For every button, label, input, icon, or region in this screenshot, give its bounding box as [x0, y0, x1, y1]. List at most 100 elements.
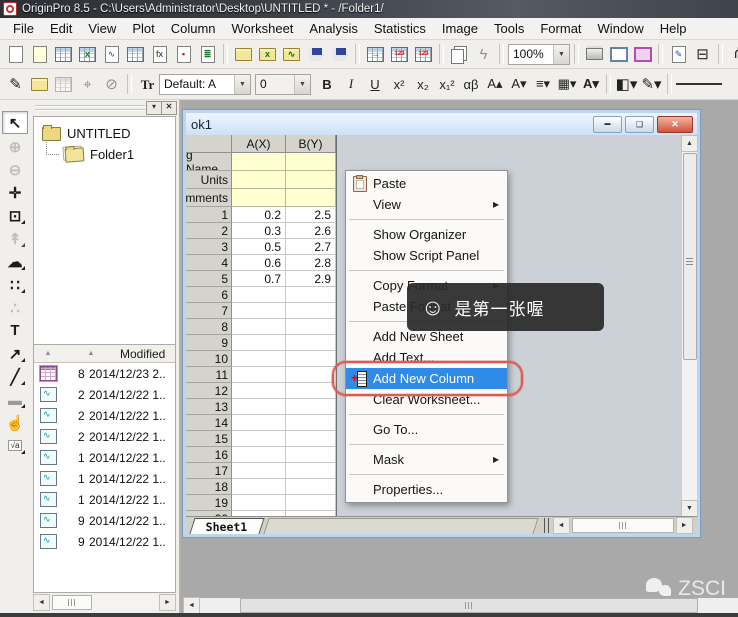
menu-item[interactable]: Column	[163, 19, 224, 38]
row-number[interactable]: 8	[186, 319, 232, 335]
menu-item-clear-worksheet[interactable]: Clear Worksheet...	[346, 389, 507, 410]
chevron-down-icon[interactable]	[294, 74, 310, 94]
menu-item[interactable]: Tools	[486, 19, 532, 38]
menu-item-add-text[interactable]: Add Text...	[346, 347, 507, 368]
font-tool-icon[interactable]: Tr	[136, 73, 159, 96]
menu-item-add-new-column[interactable]: Add New Column	[346, 368, 507, 389]
menu-item[interactable]: Image	[434, 19, 486, 38]
row-number[interactable]: 17	[186, 463, 232, 479]
cell-a[interactable]	[232, 303, 286, 319]
cell-b[interactable]: 2.7	[286, 239, 336, 255]
row-number[interactable]: 11	[186, 367, 232, 383]
cell-b[interactable]	[286, 303, 336, 319]
new-layout-icon[interactable]: ▪	[172, 43, 195, 66]
menu-item[interactable]: Statistics	[366, 19, 434, 38]
cell-a[interactable]	[232, 351, 286, 367]
new-excel-icon[interactable]: x	[76, 43, 99, 66]
minimize-button[interactable]	[593, 115, 622, 133]
underline-button[interactable]: U	[364, 73, 386, 95]
save-icon[interactable]	[304, 43, 327, 66]
graph-folder-icon[interactable]	[28, 73, 51, 96]
import-wizard-icon[interactable]: →	[364, 43, 387, 66]
cell-b[interactable]	[286, 399, 336, 415]
menu-item[interactable]: View	[80, 19, 124, 38]
mask-range-tool[interactable]: ☁	[3, 251, 27, 272]
explorer-item[interactable]: 9 2014/12/22 1..	[34, 510, 175, 531]
explorer-item[interactable]: 1 2014/12/22 1..	[34, 489, 175, 510]
cell-b[interactable]: 2.6	[286, 223, 336, 239]
cell-b[interactable]	[286, 351, 336, 367]
zoom-in-tool[interactable]: ⊕	[3, 136, 27, 157]
font-size-combobox[interactable]: 0	[255, 73, 311, 95]
new-graph-icon[interactable]: ∿	[100, 43, 123, 66]
menu-item-properties[interactable]: Properties...	[346, 479, 507, 500]
cluster-tool[interactable]: ∴	[3, 297, 27, 318]
rerun-analysis-icon[interactable]: ϟ	[472, 43, 495, 66]
new-notes-icon[interactable]: ≣	[196, 43, 219, 66]
greek-button[interactable]: αβ	[460, 73, 482, 95]
font-color-button[interactable]: A▾	[580, 73, 602, 95]
print-icon[interactable]	[583, 43, 606, 66]
row-number[interactable]: 3	[186, 239, 232, 255]
menu-item-show-organizer[interactable]: Show Organizer	[346, 224, 507, 245]
cell-b[interactable]	[286, 495, 336, 511]
panel-menu-icon[interactable]	[146, 101, 162, 115]
cell-a[interactable]	[232, 495, 286, 511]
scrollbar-thumb[interactable]	[683, 153, 697, 360]
subsuperscript-button[interactable]: x₁²	[436, 73, 458, 95]
cell-a[interactable]	[232, 415, 286, 431]
cell-b[interactable]	[286, 463, 336, 479]
sort-column-header[interactable]	[34, 350, 62, 357]
cell-b[interactable]	[286, 367, 336, 383]
menu-item[interactable]: Plot	[124, 19, 162, 38]
restore-button[interactable]	[625, 115, 654, 133]
screen-reader-tool[interactable]: ✛	[3, 182, 27, 203]
cell-b[interactable]: 2.5	[286, 207, 336, 223]
duplicate-window-icon[interactable]	[448, 43, 471, 66]
chevron-down-icon[interactable]	[553, 44, 569, 64]
meta-cell[interactable]	[286, 189, 336, 207]
meta-cell[interactable]	[286, 171, 336, 189]
cell-b[interactable]	[286, 383, 336, 399]
pan-tool[interactable]: ☝	[3, 412, 27, 433]
edit-graph-icon[interactable]: ✎	[4, 73, 27, 96]
annotation-tool[interactable]: ⊡	[3, 205, 27, 226]
image-mode-icon[interactable]	[631, 43, 654, 66]
corner-header-cell[interactable]	[186, 135, 232, 153]
align-button[interactable]: ≡▾	[532, 73, 554, 95]
menu-item-go-to[interactable]: Go To...	[346, 419, 507, 440]
bold-button[interactable]: B	[316, 73, 338, 95]
row-number[interactable]: 7	[186, 303, 232, 319]
fill-grid-button[interactable]: ▦▾	[556, 73, 578, 95]
explorer-item[interactable]: 1 2014/12/22 1..	[34, 447, 175, 468]
annotation-pin-icon[interactable]: ⌖	[76, 73, 99, 96]
meta-row-label[interactable]: Units	[186, 171, 232, 189]
subscript-button[interactable]: x₂	[412, 73, 434, 95]
workbook-titlebar[interactable]: ok1	[186, 113, 697, 136]
menu-item[interactable]: Analysis	[301, 19, 365, 38]
open-icon[interactable]	[232, 43, 255, 66]
row-number[interactable]: 14	[186, 415, 232, 431]
meta-cell[interactable]	[232, 171, 286, 189]
project-explorer-icon[interactable]: ⋔	[727, 42, 738, 65]
open-graph-icon[interactable]: ∿	[280, 43, 303, 66]
explorer-item[interactable]: 2 2014/12/22 1..	[34, 384, 175, 405]
cell-a[interactable]	[232, 399, 286, 415]
panel-close-icon[interactable]	[161, 101, 177, 115]
chevron-down-icon[interactable]	[234, 74, 250, 94]
cell-a[interactable]	[232, 479, 286, 495]
menu-item-mask[interactable]: Mask	[346, 449, 507, 470]
meta-cell[interactable]	[232, 189, 286, 207]
explorer-item[interactable]: 8 2014/12/23 2..	[34, 363, 175, 384]
menu-item-view[interactable]: View	[346, 194, 507, 215]
code-builder-icon[interactable]: ✎	[667, 43, 690, 66]
panel-grip[interactable]	[35, 103, 145, 111]
row-number[interactable]: 2	[186, 223, 232, 239]
scrollbar-thumb[interactable]	[240, 598, 698, 613]
tree-item-folder1[interactable]: Folder1	[34, 138, 175, 165]
fill-color-button[interactable]: ◧▾	[615, 73, 638, 96]
cell-a[interactable]	[232, 335, 286, 351]
cell-b[interactable]	[286, 415, 336, 431]
italic-button[interactable]: I	[340, 73, 362, 95]
scroll-right-icon[interactable]	[675, 517, 693, 534]
